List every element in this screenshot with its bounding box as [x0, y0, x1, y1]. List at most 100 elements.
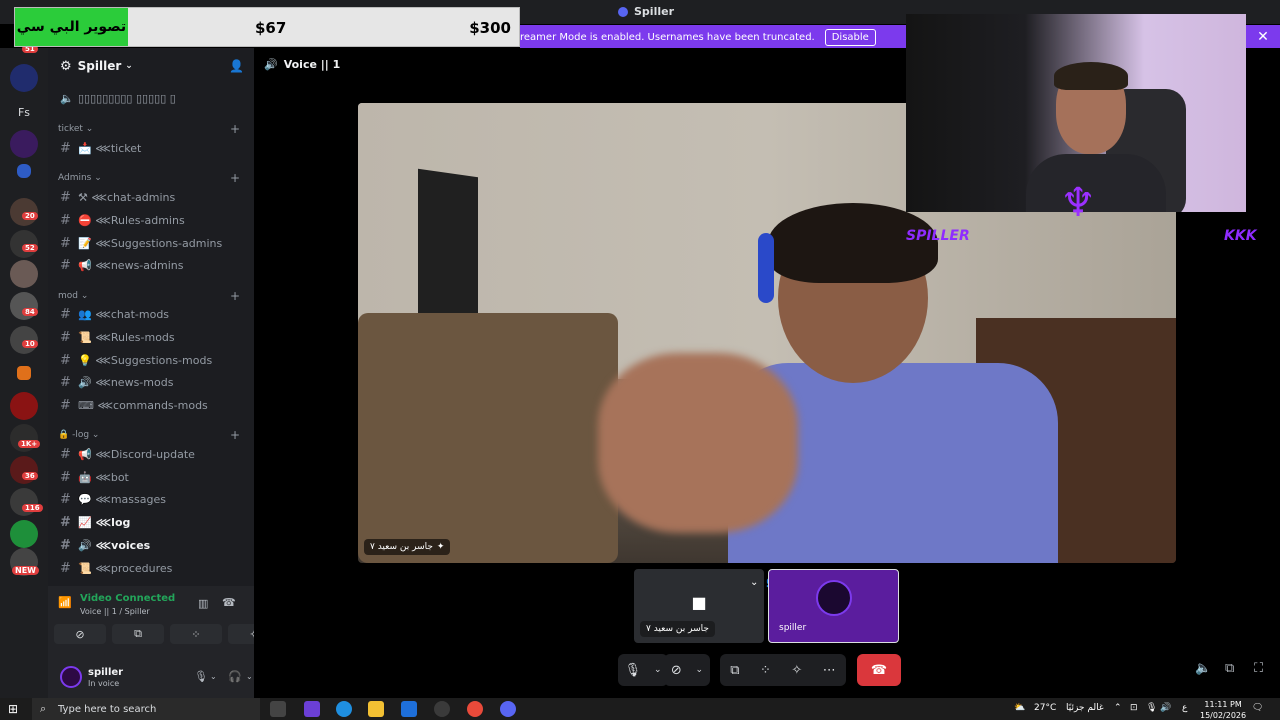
- volume-icon[interactable]: 🔊: [1160, 703, 1171, 713]
- chevron-up-icon[interactable]: ⌃: [1114, 703, 1122, 713]
- fullscreen-icon[interactable]: ⛶: [1254, 661, 1263, 676]
- server-icon[interactable]: [10, 260, 38, 288]
- text-channel[interactable]: # 💬 ⋘massages: [56, 489, 246, 509]
- notification-icon[interactable]: 🗨: [1252, 703, 1263, 713]
- taskbar-search[interactable]: ⌕ Type here to search: [32, 698, 260, 720]
- file-explorer-icon[interactable]: [368, 701, 384, 717]
- avatar[interactable]: [60, 666, 82, 688]
- chevron-down-icon[interactable]: ⌄: [210, 672, 217, 681]
- voice-channel[interactable]: 🔈 ▯▯▯▯▯▯▯▯▯ ▯▯▯▯▯ ▯: [56, 88, 246, 108]
- text-channel[interactable]: # 📩 ⋘ticket: [56, 138, 246, 158]
- screen-share-icon[interactable]: ⧉: [730, 663, 739, 678]
- channel-name: 🔊 ⋘voices: [78, 538, 151, 552]
- camera-off-button[interactable]: ⊘: [54, 624, 106, 644]
- volume-icon[interactable]: 🔈: [1195, 661, 1211, 676]
- text-channel[interactable]: # 💡 ⋘Suggestions-mods: [56, 350, 246, 370]
- hash-icon: #: [60, 469, 71, 485]
- chrome-icon[interactable]: [467, 701, 483, 717]
- screen-share-button[interactable]: ⧉: [112, 624, 164, 644]
- folder-icon[interactable]: [17, 366, 31, 380]
- mic-control[interactable]: 🎙 ⌄: [618, 654, 668, 686]
- hash-icon: #: [60, 212, 71, 228]
- server-header[interactable]: ⚙ Spiller ⌄ 👤: [48, 48, 254, 84]
- language-indicator[interactable]: ع: [1182, 703, 1187, 713]
- text-channel[interactable]: # ⌨ ⋘commands-mods: [56, 395, 246, 415]
- task-view-icon[interactable]: [270, 701, 286, 717]
- weather-desc[interactable]: غالم جزئيًا: [1066, 703, 1104, 713]
- add-channel-icon[interactable]: +: [230, 428, 240, 442]
- clock-date: 15/02/2026: [1200, 711, 1247, 720]
- activities-button[interactable]: ⁘: [170, 624, 222, 644]
- camera-control[interactable]: ⊘ ⌄: [664, 654, 710, 686]
- channel-name: ⚒ ⋘chat-admins: [78, 190, 176, 204]
- server-icon[interactable]: [10, 392, 38, 420]
- banner-text: reamer Mode is enabled. Usernames have b…: [520, 31, 815, 43]
- discord-taskbar-icon[interactable]: [500, 701, 516, 717]
- text-channel[interactable]: # 📢 ⋘Discord-update: [56, 444, 246, 464]
- channel-name: ⌨ ⋘commands-mods: [78, 398, 208, 412]
- voice-header: 🔊 Voice || 1: [264, 58, 340, 71]
- category-mod[interactable]: mod ⌄ +: [58, 288, 244, 304]
- store-icon[interactable]: [401, 701, 417, 717]
- edge-icon[interactable]: [336, 701, 352, 717]
- headphones-icon[interactable]: 🎧: [228, 670, 242, 683]
- text-channel[interactable]: # 🔊 ⋘voices: [56, 535, 246, 555]
- disconnect-icon[interactable]: ☎: [222, 596, 236, 609]
- taskbar-clock[interactable]: 11:11 PM 15/02/2026: [1200, 699, 1246, 720]
- network-icon[interactable]: ⊡: [1130, 703, 1138, 713]
- add-channel-icon[interactable]: +: [230, 171, 240, 185]
- participant-tile-self[interactable]: spiller: [768, 569, 899, 643]
- windows-start-icon[interactable]: ⊞: [8, 702, 18, 716]
- category-admins[interactable]: Admins ⌄ +: [58, 170, 244, 186]
- chevron-down-icon[interactable]: ⌄: [750, 577, 758, 588]
- disable-button[interactable]: Disable: [824, 28, 876, 46]
- participant-tile[interactable]: ■ جاسر بن سعيد ٧: [634, 569, 764, 643]
- text-channel[interactable]: # ⛔ ⋘Rules-admins: [56, 210, 246, 230]
- text-channel[interactable]: # 📜 ⋘procedures: [56, 558, 246, 578]
- server-icon[interactable]: [10, 64, 38, 92]
- server-icon[interactable]: [10, 520, 38, 548]
- text-channel[interactable]: # ⚒ ⋘chat-admins: [56, 187, 246, 207]
- avatar: [816, 580, 852, 616]
- category-log[interactable]: 🔒 -log ⌄ +: [58, 427, 244, 443]
- channel-name: 🤖 ⋘bot: [78, 470, 129, 484]
- chevron-down-icon: ⌄: [125, 61, 133, 71]
- text-channel[interactable]: # 🔊 ⋘news-mods: [56, 372, 246, 392]
- voice-location[interactable]: Voice || 1 / Spiller: [80, 607, 150, 616]
- microphone-icon[interactable]: 🎙: [194, 670, 208, 683]
- category-ticket[interactable]: ticket ⌄ +: [58, 121, 244, 137]
- copilot-icon[interactable]: [304, 701, 320, 717]
- noise-suppression-icon[interactable]: ▥: [198, 597, 208, 610]
- more-icon[interactable]: ⋯: [823, 663, 836, 678]
- soundboard-icon[interactable]: ✧: [791, 663, 802, 678]
- invite-icon[interactable]: 👤: [229, 59, 244, 73]
- hash-icon: #: [60, 140, 71, 156]
- server-icon-fs[interactable]: Fs: [10, 98, 38, 126]
- microphone-icon[interactable]: 🎙: [1146, 703, 1157, 713]
- text-channel[interactable]: # 📈 ⋘log: [56, 512, 246, 532]
- folder-icon[interactable]: [17, 164, 31, 178]
- server-icon[interactable]: [10, 130, 38, 158]
- text-channel[interactable]: # 🤖 ⋘bot: [56, 467, 246, 487]
- voice-status: Video Connected: [80, 593, 176, 604]
- text-channel[interactable]: # 📝 ⋘Suggestions-admins: [56, 233, 246, 253]
- app-icon[interactable]: [434, 701, 450, 717]
- window-title: Spiller: [618, 5, 674, 18]
- add-channel-icon[interactable]: +: [230, 289, 240, 303]
- hash-icon: #: [60, 235, 71, 251]
- text-channel[interactable]: # 📜 ⋘Rules-mods: [56, 327, 246, 347]
- weather-icon[interactable]: ⛅: [1014, 703, 1025, 713]
- category-name: ticket: [58, 124, 83, 134]
- add-channel-icon[interactable]: +: [230, 122, 240, 136]
- text-channel[interactable]: # 📢 ⋘news-admins: [56, 255, 246, 275]
- disconnect-button[interactable]: ☎: [857, 654, 901, 686]
- text-channel[interactable]: # 👥 ⋘chat-mods: [56, 304, 246, 324]
- headset: [758, 233, 774, 303]
- banner-close-button[interactable]: ✕: [1246, 25, 1280, 49]
- popout-icon[interactable]: ⧉: [1225, 661, 1234, 676]
- activities-icon[interactable]: ⁘: [760, 663, 771, 678]
- channel-name: 💬 ⋘massages: [78, 492, 166, 506]
- chevron-down-icon: ⌄: [82, 124, 94, 134]
- weather-temp[interactable]: 27°C: [1034, 703, 1056, 713]
- chevron-down-icon[interactable]: ⌄: [246, 672, 253, 681]
